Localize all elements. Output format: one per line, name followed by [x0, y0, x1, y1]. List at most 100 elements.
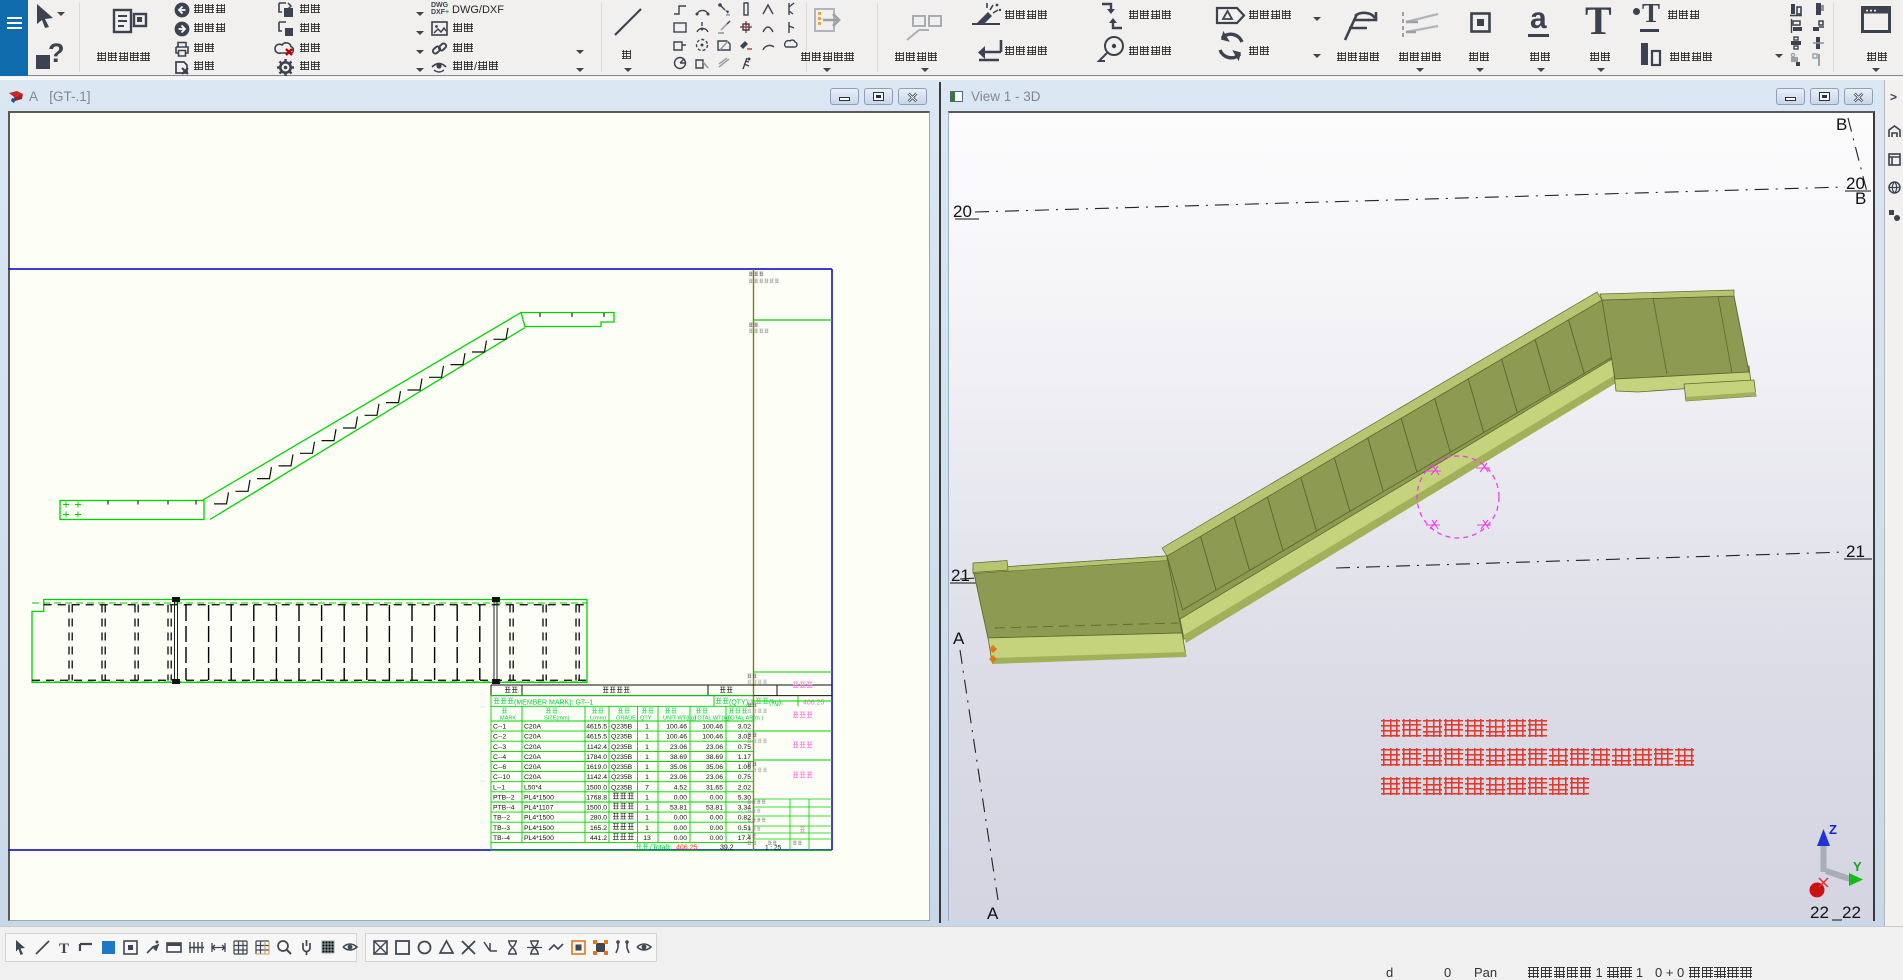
svg-text:0.00: 0.00	[674, 794, 687, 801]
svg-text:280.0: 280.0	[590, 815, 607, 822]
svg-text:GRADE: GRADE	[616, 716, 636, 722]
svg-text:Q235B: Q235B	[611, 764, 633, 771]
svg-text:A: A	[953, 629, 965, 648]
svg-text:1142.4: 1142.4	[587, 744, 608, 751]
svg-text:C--10: C--10	[493, 774, 510, 781]
svg-text:L50*4: L50*4	[524, 784, 542, 791]
svg-text:C20A: C20A	[524, 764, 541, 771]
svg-text:0.75: 0.75	[738, 774, 751, 781]
svg-text:31.65: 31.65	[706, 784, 723, 791]
svg-text:C--6: C--6	[493, 764, 506, 771]
svg-text:MARK: MARK	[500, 716, 516, 722]
svg-text:0.51: 0.51	[738, 825, 751, 832]
svg-text:PL4*1500: PL4*1500	[524, 815, 554, 822]
svg-text:Q235B: Q235B	[611, 774, 633, 781]
svg-text:A: A	[987, 904, 999, 923]
svg-text:SIZE(mm): SIZE(mm)	[544, 716, 570, 722]
svg-text:1: 1	[645, 825, 649, 832]
svg-text:13: 13	[643, 835, 651, 842]
svg-text:1142.4: 1142.4	[587, 774, 608, 781]
svg-text:1.17: 1.17	[738, 754, 751, 761]
svg-text:3.02: 3.02	[738, 724, 751, 731]
svg-text:C--4: C--4	[493, 754, 506, 761]
svg-text:UNIT WT(kg): UNIT WT(kg)	[663, 716, 696, 722]
svg-text:C20A: C20A	[524, 724, 541, 731]
svg-text:441.2: 441.2	[590, 835, 607, 842]
svg-text:53.81: 53.81	[706, 805, 723, 812]
svg-text:0.00: 0.00	[710, 794, 723, 801]
svg-text:0.00: 0.00	[674, 835, 687, 842]
svg-text:1: 1	[645, 734, 649, 741]
svg-text:100.46: 100.46	[702, 724, 723, 731]
svg-text:PL4*1500: PL4*1500	[524, 825, 554, 832]
svg-text:0.75: 0.75	[738, 744, 751, 751]
svg-text:4615.5: 4615.5	[586, 724, 607, 731]
svg-text:22: 22	[1810, 903, 1829, 922]
svg-text:1: 1	[645, 724, 649, 731]
svg-text:C20A: C20A	[524, 744, 541, 751]
svg-text:4615.5: 4615.5	[586, 734, 607, 741]
svg-text:T: T	[59, 941, 69, 957]
svg-text:TOTAL WT(kg): TOTAL WT(kg)	[694, 716, 731, 722]
svg-text:B: B	[1836, 115, 1847, 134]
svg-text:QTY: QTY	[640, 716, 652, 722]
svg-text:1619.0: 1619.0	[586, 764, 607, 771]
svg-text:1: 1	[645, 794, 649, 801]
svg-text:(MEMBER MARK): GT--1: (MEMBER MARK): GT--1	[514, 700, 593, 707]
svg-text:23.06: 23.06	[670, 744, 687, 751]
svg-text:TB--2: TB--2	[493, 815, 510, 822]
svg-text:38.69: 38.69	[670, 754, 687, 761]
svg-text:23.06: 23.06	[670, 774, 687, 781]
svg-text:1: 1	[645, 815, 649, 822]
svg-text:22: 22	[1842, 903, 1861, 922]
svg-text:1768.8: 1768.8	[586, 794, 607, 801]
svg-text:Z: Z	[1829, 822, 1837, 837]
svg-text:1500.0: 1500.0	[586, 784, 607, 791]
svg-text:2.02: 2.02	[738, 784, 751, 791]
svg-text:20: 20	[953, 202, 972, 221]
svg-text:165.2: 165.2	[590, 825, 607, 832]
svg-text:Q235B: Q235B	[611, 744, 633, 751]
svg-text:53.81: 53.81	[670, 805, 687, 812]
svg-text:Q235B: Q235B	[611, 734, 633, 741]
svg-text:Q235B: Q235B	[611, 754, 633, 761]
svg-text:C--2: C--2	[493, 734, 506, 741]
svg-text:1: 1	[645, 744, 649, 751]
svg-text:0.00: 0.00	[710, 815, 723, 822]
svg-text:1: 1	[645, 764, 649, 771]
svg-text:7: 7	[645, 784, 649, 791]
svg-text:1: 1	[645, 805, 649, 812]
svg-text:0.00: 0.00	[710, 825, 723, 832]
svg-text:21: 21	[951, 566, 970, 585]
svg-text:38.69: 38.69	[706, 754, 723, 761]
svg-text:L--1: L--1	[493, 784, 505, 791]
svg-text:1 : 25: 1 : 25	[765, 845, 782, 852]
svg-text:C20A: C20A	[524, 754, 541, 761]
svg-text:406.25: 406.25	[676, 844, 698, 851]
svg-text:PTB--4: PTB--4	[493, 805, 515, 812]
svg-text:100.46: 100.46	[702, 734, 723, 741]
svg-text:35.06: 35.06	[670, 764, 687, 771]
svg-text:Y: Y	[1853, 859, 1862, 874]
svg-text:B: B	[1855, 189, 1866, 208]
svg-text:0.00: 0.00	[710, 835, 723, 842]
svg-text:C20A: C20A	[524, 774, 541, 781]
svg-text:23.06: 23.06	[706, 744, 723, 751]
svg-text:39.2: 39.2	[720, 844, 734, 851]
svg-text:PTB--2: PTB--2	[493, 794, 515, 801]
svg-text:4.52: 4.52	[674, 784, 687, 791]
svg-text:L(mm): L(mm)	[590, 716, 606, 722]
svg-text:Q235B: Q235B	[611, 784, 633, 791]
svg-text:100.46: 100.46	[666, 734, 687, 741]
svg-text:PL4*1500: PL4*1500	[524, 835, 554, 842]
svg-text:PL4*1500: PL4*1500	[524, 794, 554, 801]
svg-text:1: 1	[645, 774, 649, 781]
svg-text:TB--3: TB--3	[493, 825, 510, 832]
svg-text:1: 1	[645, 754, 649, 761]
svg-text:23.06: 23.06	[706, 774, 723, 781]
svg-text:C20A: C20A	[524, 734, 541, 741]
svg-text:C--3: C--3	[493, 744, 506, 751]
svg-text:TOTAL AR(m ): TOTAL AR(m )	[727, 716, 763, 722]
svg-text:35.06: 35.06	[706, 764, 723, 771]
svg-text:TB--4: TB--4	[493, 835, 510, 842]
